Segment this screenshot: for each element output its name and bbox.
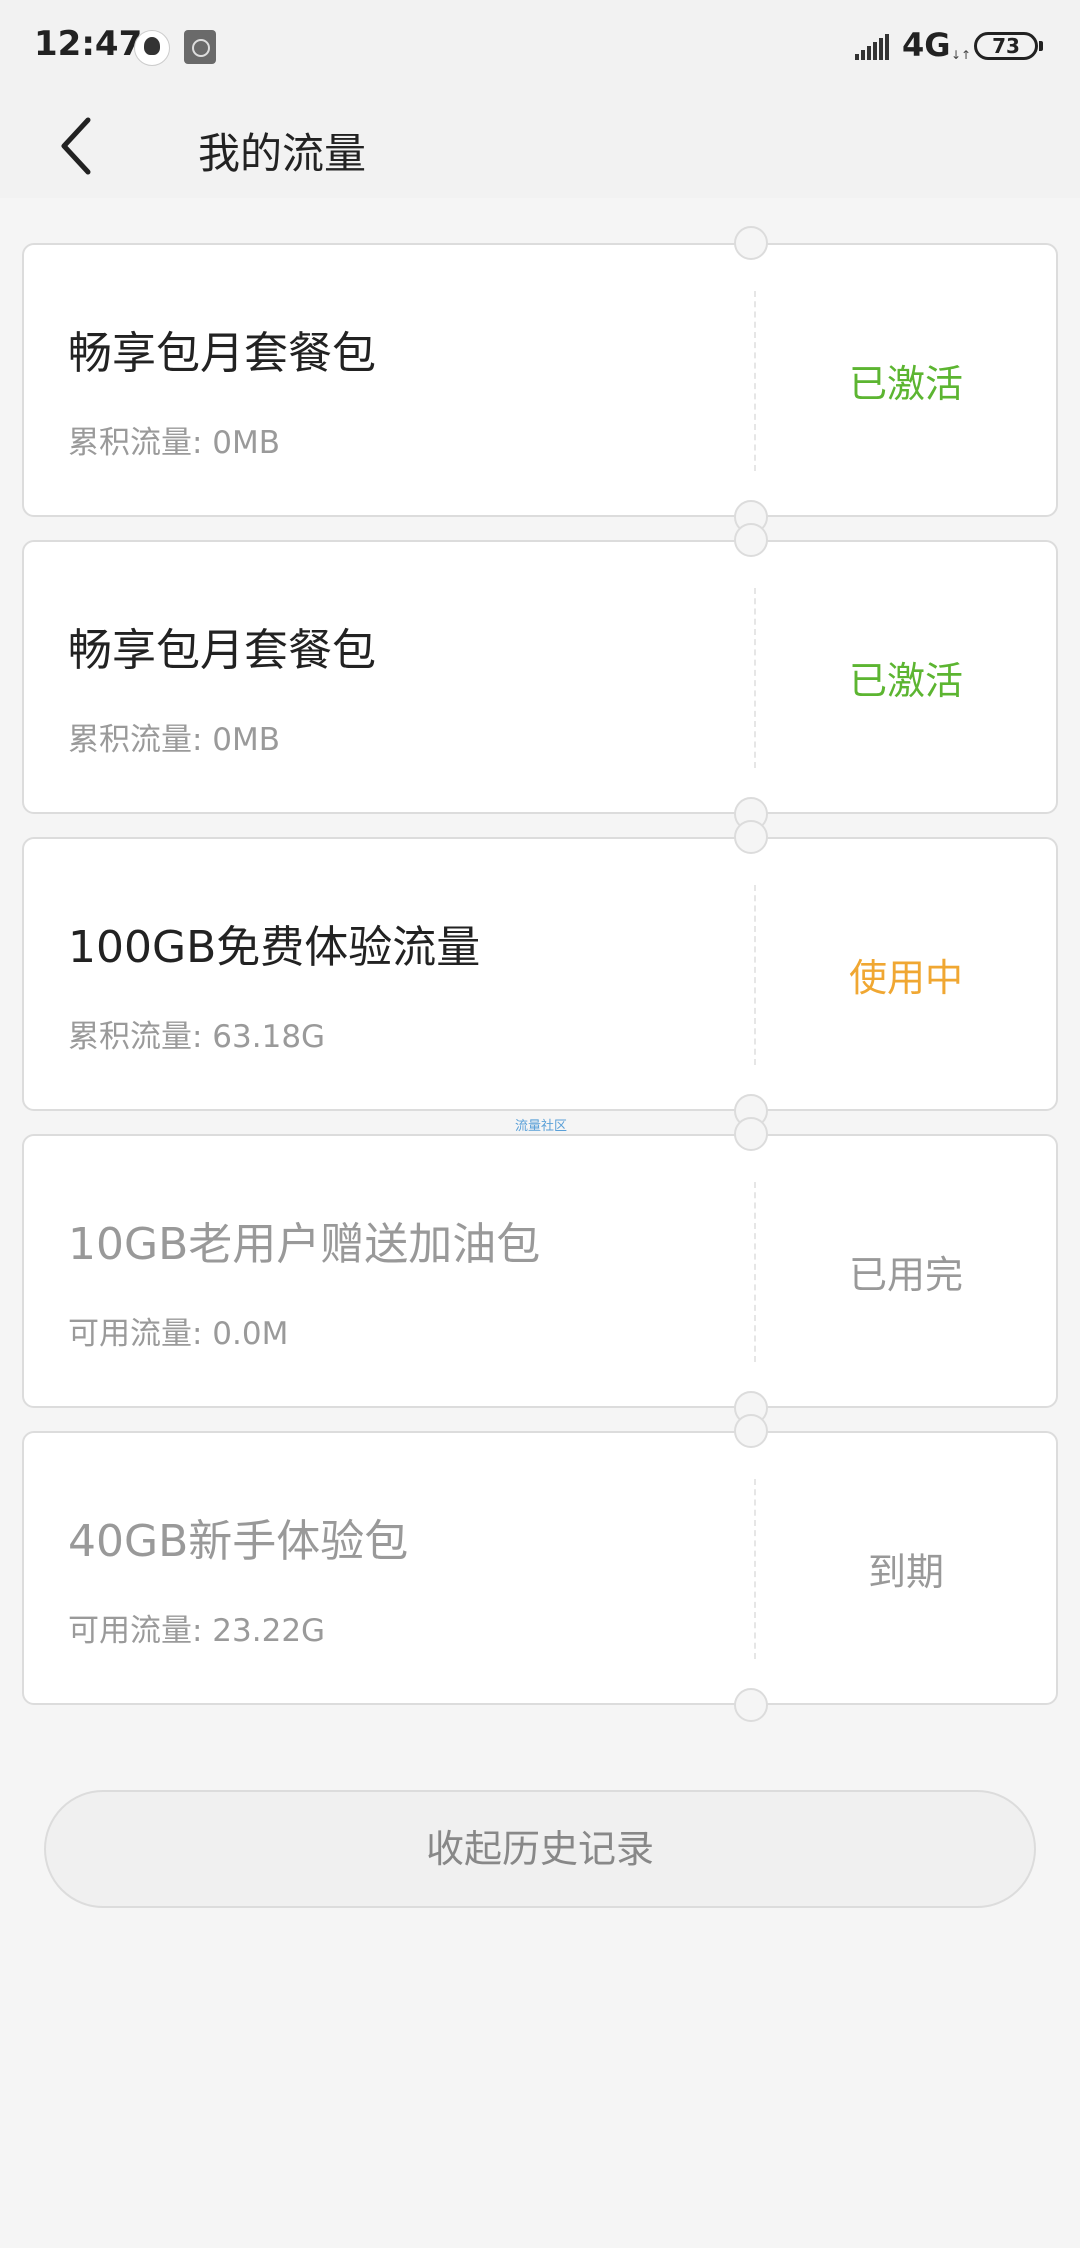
data-plan-card[interactable]: 100GB免费体验流量 累积流量: 63.18G 使用中: [22, 820, 1058, 1128]
page-title: 我的流量: [198, 129, 367, 178]
app-header: 我的流量: [0, 96, 1080, 198]
ticket-notch: [734, 1414, 768, 1448]
data-plan-card[interactable]: 畅享包月套餐包 累积流量: 0MB 已激活: [22, 226, 1058, 534]
battery-tip: [1039, 41, 1043, 51]
ticket-notch: [734, 226, 768, 260]
avatar-app-icon: [134, 30, 170, 66]
plan-title: 10GB老用户赠送加油包: [68, 1219, 541, 1270]
data-plan-list: 畅享包月套餐包 累积流量: 0MB 已激活 畅享包月套餐包 累积流量: 0MB …: [22, 226, 1058, 1728]
plan-usage: 累积流量: 0MB: [68, 722, 281, 758]
ticket-notch: [734, 523, 768, 557]
plan-usage: 累积流量: 63.18G: [68, 1019, 326, 1055]
plan-status: 已激活: [848, 659, 963, 703]
plan-title: 100GB免费体验流量: [68, 922, 481, 973]
back-button[interactable]: [44, 110, 116, 182]
network-type: 4G: [902, 26, 951, 64]
battery-level: 73: [992, 34, 1020, 58]
plan-status: 已激活: [848, 362, 963, 406]
plan-usage: 可用流量: 0.0M: [68, 1316, 289, 1352]
plan-usage: 可用流量: 23.22G: [68, 1613, 326, 1649]
plan-status: 到期: [867, 1550, 944, 1594]
plan-usage: 累积流量: 0MB: [68, 425, 281, 461]
battery-icon: 73: [974, 32, 1038, 60]
status-bar: 12:47 4G ↓↑ 73: [0, 0, 1080, 96]
signal-icon: [855, 34, 891, 60]
watermark-text: 流量社区: [515, 1119, 568, 1134]
chevron-left-icon: [61, 117, 91, 175]
ticket-notch: [734, 1688, 768, 1722]
data-plan-card[interactable]: 10GB老用户赠送加油包 可用流量: 0.0M 已用完: [22, 1117, 1058, 1425]
plan-title: 畅享包月套餐包: [68, 625, 376, 676]
ticket-notch: [734, 820, 768, 854]
data-activity-icon: ↓↑: [951, 48, 972, 62]
ticket-notch: [734, 1117, 768, 1151]
data-plan-card[interactable]: 40GB新手体验包 可用流量: 23.22G 到期: [22, 1414, 1058, 1722]
plan-status: 已用完: [848, 1253, 963, 1297]
plan-title: 畅享包月套餐包: [68, 328, 376, 379]
data-plan-card[interactable]: 畅享包月套餐包 累积流量: 0MB 已激活: [22, 523, 1058, 831]
plan-status: 使用中: [848, 956, 963, 1000]
collapse-history-button[interactable]: 收起历史记录: [44, 1790, 1036, 1908]
notes-app-icon: [184, 30, 216, 64]
status-time: 12:47: [34, 24, 143, 64]
plan-title: 40GB新手体验包: [68, 1516, 409, 1567]
